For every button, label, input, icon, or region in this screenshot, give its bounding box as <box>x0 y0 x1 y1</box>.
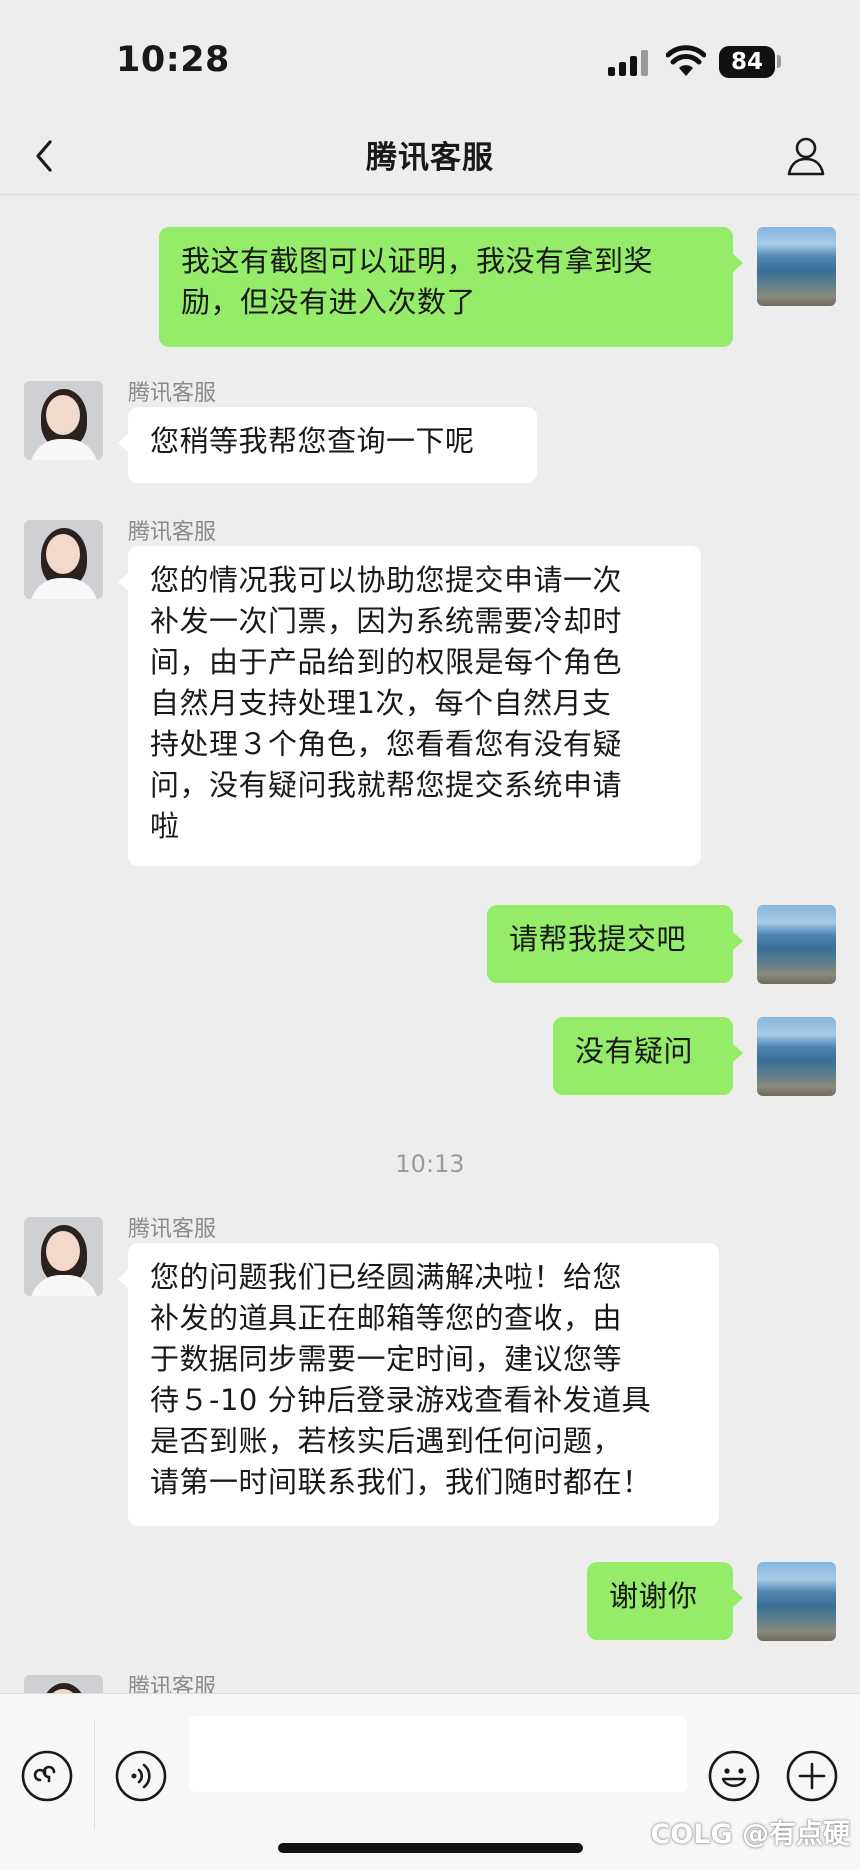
agent-avatar[interactable] <box>24 1675 103 1693</box>
message-bubble-self[interactable]: 我这有截图可以证明，我没有拿到奖 励，但没有进入次数了 <box>159 227 743 347</box>
self-avatar[interactable] <box>757 227 836 306</box>
voice-icon[interactable] <box>114 1749 168 1803</box>
chat-header: 腾讯客服 <box>0 120 860 195</box>
self-avatar[interactable] <box>757 1562 836 1641</box>
message-bubble-self[interactable]: 没有疑问 <box>553 1017 743 1095</box>
sender-name: 腾讯客服 <box>128 1675 217 1693</box>
plus-icon[interactable] <box>785 1749 839 1803</box>
battery-level: 84 <box>719 46 775 78</box>
agent-avatar[interactable] <box>24 1217 103 1296</box>
mini-program-icon[interactable] <box>20 1749 74 1803</box>
self-avatar[interactable] <box>757 905 836 984</box>
home-indicator <box>278 1843 583 1853</box>
message-bubble-agent[interactable]: 您稍等我帮您查询一下呢 <box>118 407 537 483</box>
input-divider <box>94 1720 95 1830</box>
status-bar: 10:28 84 <box>0 0 860 120</box>
chat-title: 腾讯客服 <box>366 140 494 176</box>
agent-avatar[interactable] <box>24 381 103 460</box>
message-bubble-agent[interactable]: 您的问题我们已经圆满解决啦！给您 补发的道具正在邮箱等您的查收，由 于数据同步需… <box>118 1243 719 1526</box>
agent-avatar[interactable] <box>24 520 103 599</box>
message-list[interactable]: 我这有截图可以证明，我没有拿到奖 励，但没有进入次数了 腾讯客服 您稍等我帮您查… <box>0 195 860 1693</box>
message-timestamp: 10:13 <box>395 1150 465 1178</box>
profile-icon[interactable] <box>782 132 830 180</box>
message-bubble-self[interactable]: 谢谢你 <box>587 1562 743 1640</box>
message-bubble-self[interactable]: 请帮我提交吧 <box>487 905 743 983</box>
sender-name: 腾讯客服 <box>128 1217 217 1242</box>
signal-icon <box>608 50 652 76</box>
sender-name: 腾讯客服 <box>128 381 217 406</box>
status-time: 10:28 <box>116 40 230 80</box>
message-bubble-agent[interactable]: 您的情况我可以协助您提交申请一次 补发一次门票，因为系统需要冷却时 间，由于产品… <box>118 546 701 866</box>
message-input[interactable] <box>189 1716 687 1792</box>
wifi-icon <box>666 45 706 76</box>
sender-name: 腾讯客服 <box>128 520 217 545</box>
watermark: COLG @有点硬 <box>650 1819 850 1850</box>
battery-tip <box>777 55 781 68</box>
self-avatar[interactable] <box>757 1017 836 1096</box>
emoji-icon[interactable] <box>707 1749 761 1803</box>
